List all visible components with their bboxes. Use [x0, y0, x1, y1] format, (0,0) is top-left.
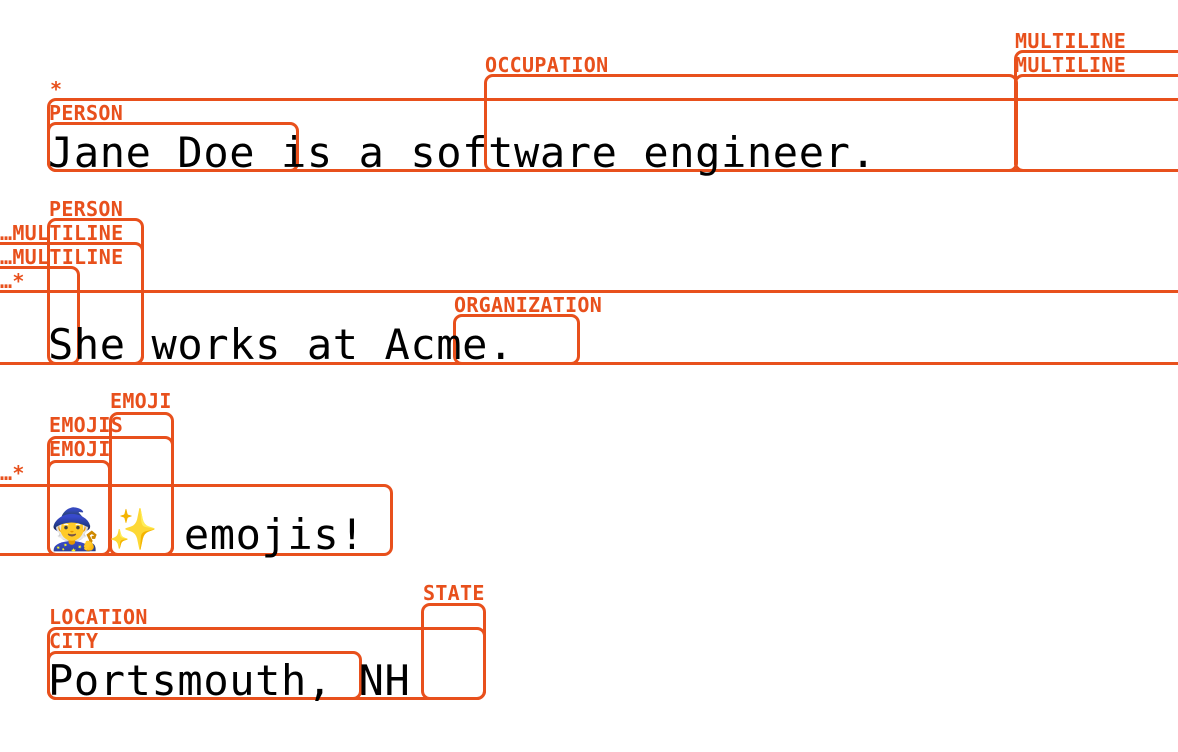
label-emojis: EMOJIS: [49, 413, 124, 437]
label-star-cont-2: …*: [0, 269, 25, 293]
label-location: LOCATION: [49, 605, 148, 629]
label-multiline-b: MULTILINE: [1015, 53, 1127, 77]
label-person-1: PERSON: [49, 101, 124, 125]
sentence-line-4: Portsmouth, NH: [48, 656, 411, 705]
span-state[interactable]: [421, 603, 486, 700]
sentence-line-3: emojis!: [158, 510, 366, 559]
label-emoji-top: EMOJI: [110, 389, 172, 413]
label-state: STATE: [423, 581, 485, 605]
label-star-cont-3: …*: [0, 461, 25, 485]
span-multiline-b: [1014, 74, 1178, 172]
sentence-line-1: Jane Doe is a software engineer.: [48, 128, 877, 177]
label-organization: ORGANIZATION: [454, 293, 603, 317]
sentence-line-2: She works at Acme.: [48, 320, 514, 369]
label-city: CITY: [49, 629, 99, 653]
label-star-1: *: [50, 77, 63, 101]
label-multiline-cont-a: …MULTILINE: [0, 221, 124, 245]
label-multiline-a: MULTILINE: [1015, 29, 1127, 53]
label-person-2: PERSON: [49, 197, 124, 221]
mage-emoji: 🧙: [50, 507, 100, 553]
sparkles-emoji: ✨: [108, 507, 158, 553]
label-multiline-cont-b: …MULTILINE: [0, 245, 124, 269]
label-emoji-first: EMOJI: [49, 437, 111, 461]
annotation-canvas: * PERSON OCCUPATION MULTILINE MULTILINE …: [0, 0, 1178, 752]
label-occupation: OCCUPATION: [485, 53, 609, 77]
